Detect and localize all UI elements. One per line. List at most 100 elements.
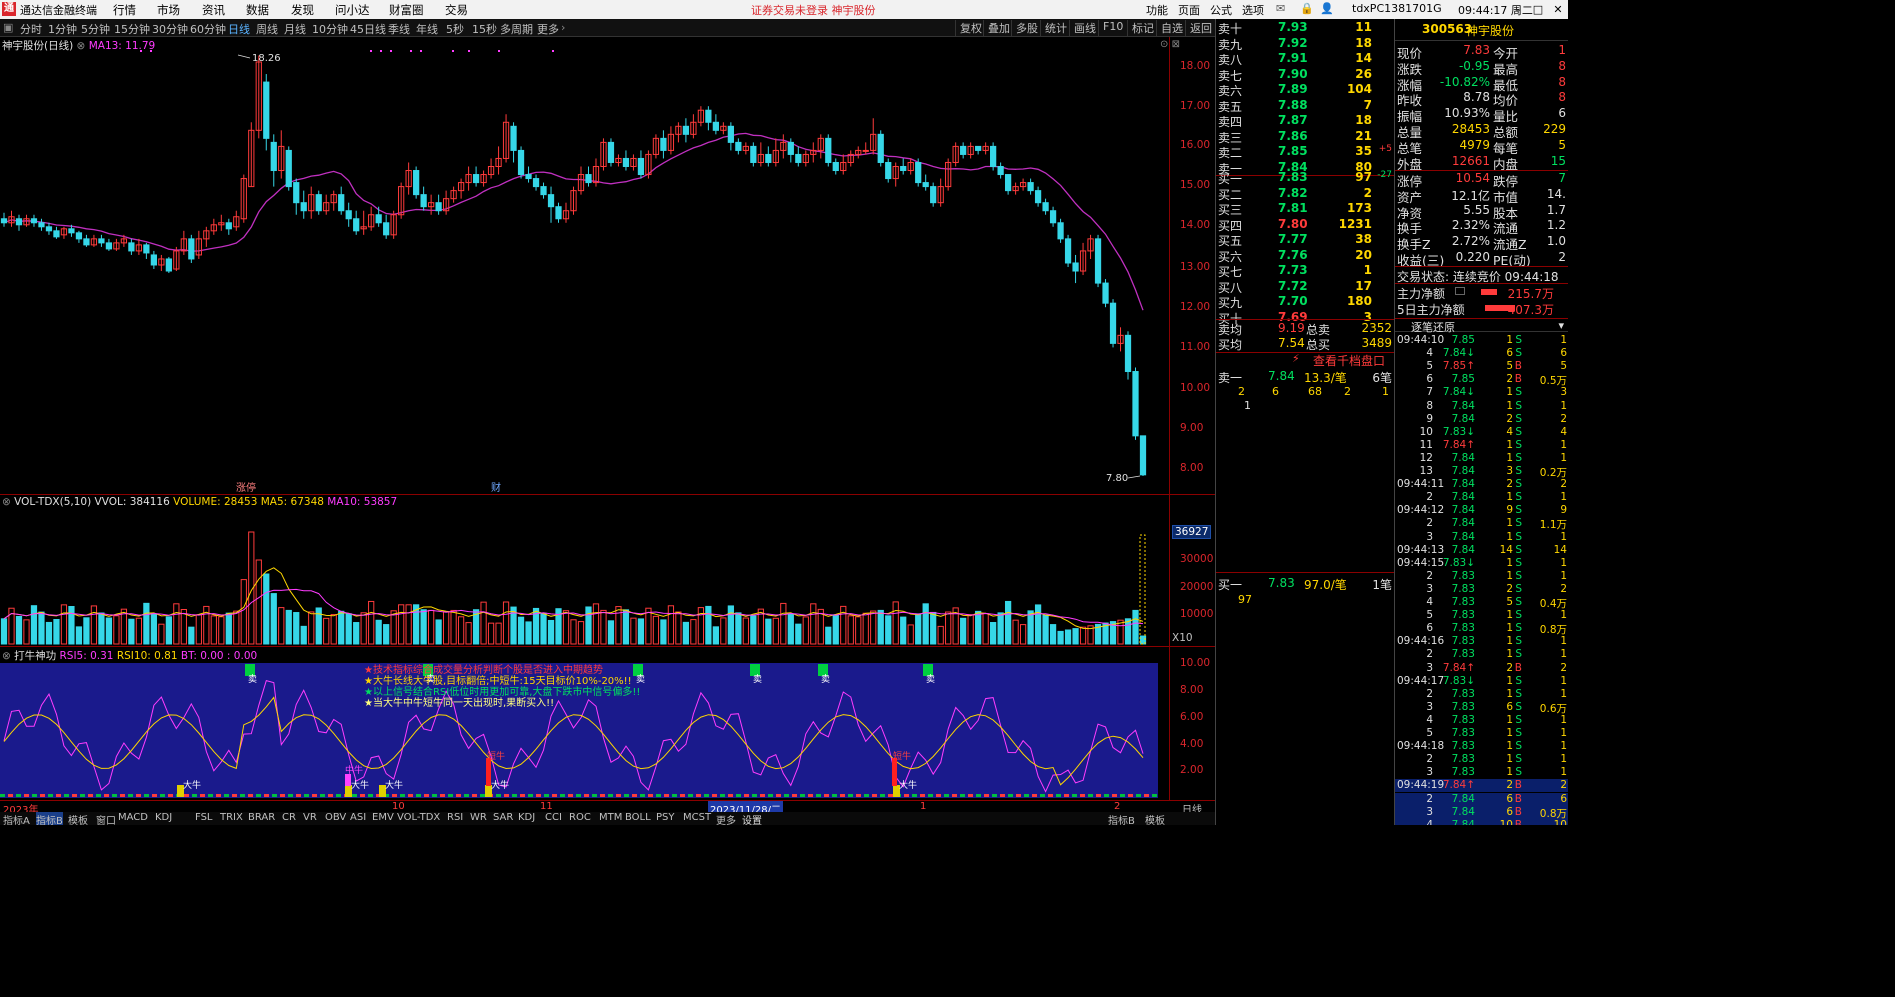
quote-value: 8 bbox=[1558, 74, 1566, 89]
ask-row[interactable]: 卖六 7.89 104 bbox=[1216, 82, 1394, 98]
tick-volume: 6 bbox=[1506, 700, 1513, 713]
ask-row[interactable]: 卖八 7.91 14 bbox=[1216, 51, 1394, 67]
tab-15[interactable]: RSI bbox=[447, 812, 463, 823]
volume-bar bbox=[405, 604, 412, 645]
baseline-mark bbox=[1152, 794, 1157, 797]
level-button-row[interactable]: ⚡ 查看千档盘口 bbox=[1216, 352, 1394, 369]
tab-20[interactable]: ROC bbox=[569, 812, 591, 823]
volume-bar bbox=[240, 579, 247, 645]
candle-body bbox=[188, 238, 195, 260]
mail-icon[interactable]: ✉ bbox=[1276, 2, 1285, 15]
ask-row[interactable]: 卖二 7.85 35 +5 bbox=[1216, 144, 1394, 160]
tab-23[interactable]: PSY bbox=[656, 812, 675, 823]
tab-7[interactable]: TRIX bbox=[220, 812, 243, 823]
candle-body bbox=[1064, 238, 1072, 264]
tab-22[interactable]: BOLL bbox=[625, 812, 651, 823]
bid-row[interactable]: 买六 7.76 20 bbox=[1216, 248, 1394, 264]
tab-18[interactable]: KDJ bbox=[518, 812, 535, 823]
ask-row[interactable]: 卖三 7.86 21 bbox=[1216, 129, 1394, 145]
tick-volume: 1 bbox=[1506, 766, 1513, 779]
bid-row[interactable]: 买三 7.81 173 bbox=[1216, 201, 1394, 217]
tab-0[interactable]: 指标A bbox=[3, 812, 30, 825]
quote-value: 2.72% bbox=[1451, 234, 1490, 249]
tab-10[interactable]: VR bbox=[303, 812, 317, 823]
buy1-queue-row: 买一 7.83 97.0/笔 1笔 bbox=[1216, 576, 1394, 592]
bid-row[interactable]: 买二 7.82 2 bbox=[1216, 186, 1394, 202]
menu-options[interactable]: 选项 bbox=[1242, 2, 1264, 18]
volume-bar bbox=[690, 619, 697, 645]
lock-icon[interactable]: 🔒 bbox=[1300, 2, 1314, 15]
date-axis: 2023年 10 11 2023/11/28/二 1 2 日线 bbox=[0, 800, 1215, 816]
tab-2[interactable]: 模板 bbox=[68, 812, 88, 825]
tab-16[interactable]: WR bbox=[470, 812, 487, 823]
tab-26[interactable]: 设置 bbox=[742, 812, 762, 825]
maximize-icon[interactable]: □ bbox=[1528, 1, 1548, 18]
tick-count: 6 bbox=[1560, 347, 1567, 360]
ask-row[interactable]: 卖九 7.92 18 bbox=[1216, 35, 1394, 52]
baseline-mark bbox=[1072, 794, 1077, 797]
volume-bar bbox=[90, 605, 98, 645]
tab-1[interactable]: 指标B bbox=[36, 812, 63, 825]
tab-17[interactable]: SAR bbox=[493, 812, 513, 823]
tab-6[interactable]: FSL bbox=[195, 812, 213, 823]
baseline-mark bbox=[664, 794, 669, 797]
bid-row[interactable]: 买九 7.70 180 bbox=[1216, 294, 1394, 310]
ask-row[interactable]: 卖四 7.87 18 bbox=[1216, 113, 1394, 129]
bid-row[interactable]: 买七 7.73 1 bbox=[1216, 263, 1394, 279]
tick-price: 7.84 bbox=[1451, 517, 1475, 530]
tab-19[interactable]: CCI bbox=[545, 812, 562, 823]
user-icon[interactable]: 👤 bbox=[1320, 2, 1334, 15]
tick-price: 7.83 bbox=[1451, 727, 1475, 739]
ask-row[interactable]: 卖七 7.90 26 bbox=[1216, 67, 1394, 83]
baseline-mark bbox=[56, 794, 61, 797]
bid-row[interactable]: 买四 7.80 1231 bbox=[1216, 216, 1394, 233]
tick-count: 3 bbox=[1560, 386, 1567, 399]
tab-5[interactable]: KDJ bbox=[155, 812, 172, 823]
tick-volume: 2 bbox=[1506, 661, 1513, 674]
flow-value: 215.7万 bbox=[1507, 287, 1554, 301]
tick-row: 3 7.84↑ 2 B 2 bbox=[1395, 662, 1568, 675]
chevron-down-icon[interactable]: ▾ bbox=[1558, 319, 1564, 332]
minimize-icon[interactable]: – bbox=[1508, 1, 1528, 18]
bid-row[interactable]: 买八 7.72 17 bbox=[1216, 279, 1394, 295]
tab-24[interactable]: MCST bbox=[683, 812, 711, 823]
ask-price: 7.92 bbox=[1278, 35, 1308, 50]
candle-body bbox=[682, 125, 690, 135]
bid-price: 7.80 bbox=[1278, 216, 1308, 231]
ytick: 10.00 bbox=[1180, 657, 1211, 669]
ytick: 6.00 bbox=[1180, 711, 1204, 723]
bull-signal-label: 大牛 bbox=[183, 779, 201, 791]
ask-row[interactable]: 卖五 7.88 7 bbox=[1216, 98, 1394, 114]
settings-icon[interactable]: ⊗ bbox=[2, 496, 11, 508]
tab-4[interactable]: MACD bbox=[118, 812, 148, 823]
tab-13[interactable]: EMV bbox=[372, 812, 394, 823]
tick-row: 2 7.84 6 B 6 bbox=[1395, 792, 1568, 806]
tab-21[interactable]: MTM bbox=[599, 812, 622, 823]
bid-row[interactable]: 买五 7.77 38 bbox=[1216, 232, 1394, 248]
s1-price: 7.84 bbox=[1268, 369, 1295, 383]
view-1000-levels-button[interactable]: 查看千档盘口 bbox=[1313, 352, 1385, 369]
tick-volume: 3 bbox=[1506, 465, 1513, 477]
tab-11[interactable]: OBV bbox=[325, 812, 346, 823]
date-month: 1 bbox=[920, 801, 927, 812]
candle-body bbox=[1057, 222, 1064, 240]
tab-12[interactable]: ASI bbox=[350, 812, 366, 823]
tab-25[interactable]: 更多 bbox=[716, 812, 736, 825]
volume-bar bbox=[390, 610, 397, 645]
baseline-mark bbox=[1088, 794, 1093, 797]
close-icon[interactable]: ✕ bbox=[1548, 1, 1568, 18]
bid-row[interactable]: 买一 7.83 97 -27 bbox=[1216, 170, 1394, 186]
tab-3[interactable]: 窗口 bbox=[96, 812, 116, 825]
ask-volume: 14 bbox=[1355, 51, 1372, 65]
tab-template-right[interactable]: 模板 bbox=[1145, 812, 1165, 825]
tab-9[interactable]: CR bbox=[282, 812, 296, 823]
tick-row: 2 7.83 1 S 1 bbox=[1395, 570, 1568, 583]
tab-8[interactable]: BRAR bbox=[248, 812, 275, 823]
settings-icon[interactable]: ⊗ bbox=[2, 650, 11, 662]
tab-14[interactable]: VOL-TDX bbox=[397, 812, 440, 823]
tick-volume: 1 bbox=[1506, 753, 1513, 766]
tick-time: 09:44:12 bbox=[1397, 504, 1445, 517]
ask-row[interactable]: 卖十 7.93 11 bbox=[1216, 20, 1394, 36]
tab-indicator-b-right[interactable]: 指标B bbox=[1108, 812, 1135, 825]
baseline-mark bbox=[32, 794, 37, 797]
